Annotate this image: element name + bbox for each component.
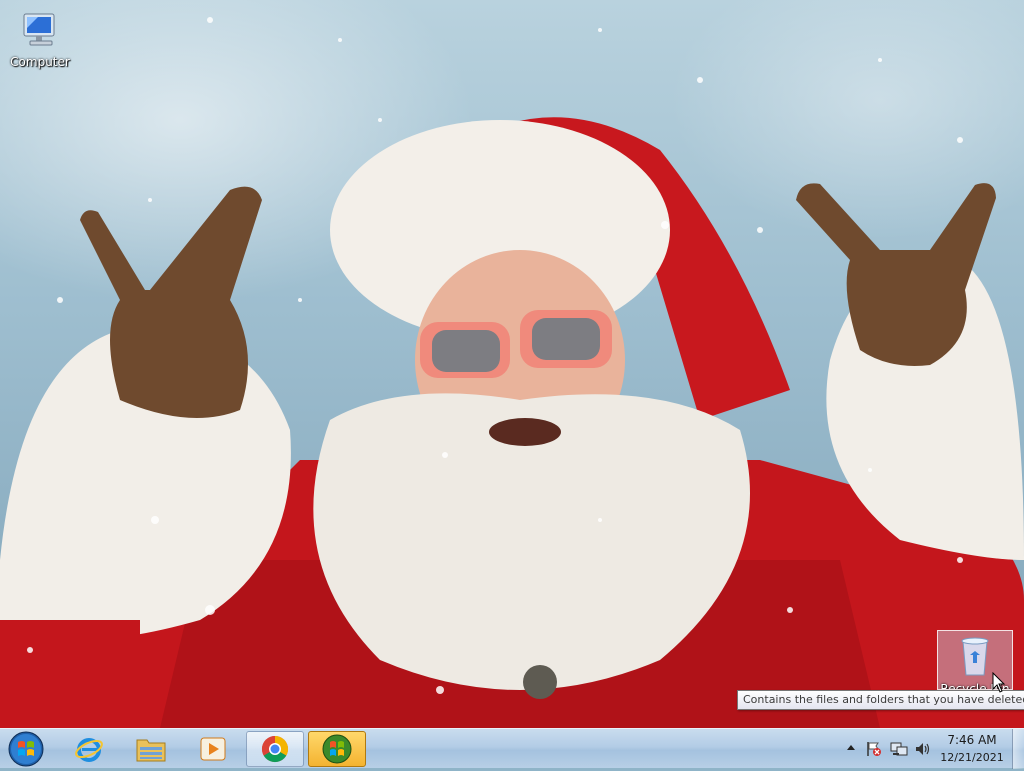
start-button[interactable] <box>4 730 48 768</box>
windows-explorer-icon <box>136 739 166 762</box>
taskbar: 7:46 AM 12/21/2021 <box>0 728 1024 769</box>
desktop[interactable]: Computer Recycle Bin Contains the files … <box>0 0 1024 728</box>
taskbar-media-player-button[interactable] <box>184 731 242 767</box>
media-player-icon <box>200 737 226 761</box>
taskbar-internet-explorer-button[interactable] <box>60 731 118 767</box>
computer-icon-label: Computer <box>10 55 70 69</box>
clock-date: 12/21/2021 <box>940 751 1004 764</box>
taskbar-chrome-button[interactable] <box>246 731 304 767</box>
chrome-icon <box>261 735 289 763</box>
recycle-bin-icon <box>961 637 989 676</box>
windows-orb-icon <box>8 731 44 767</box>
mouse-pointer-icon <box>992 672 1006 693</box>
recycle-bin-tooltip: Contains the files and folders that you … <box>737 690 1024 710</box>
show-desktop-button[interactable] <box>1012 729 1024 769</box>
computer-icon <box>23 13 55 46</box>
windows-logo-icon <box>322 734 352 764</box>
network-icon[interactable] <box>890 741 908 757</box>
taskbar-windows-explorer-button[interactable] <box>122 731 180 767</box>
action-center-flag-icon[interactable] <box>866 741 882 757</box>
clock-time: 7:46 AM <box>947 733 997 747</box>
volume-icon[interactable] <box>914 741 932 757</box>
computer-desktop-icon[interactable]: Computer <box>4 8 76 69</box>
taskbar-windows-logo-button[interactable] <box>308 731 366 767</box>
system-clock[interactable]: 7:46 AM 12/21/2021 <box>932 732 1012 766</box>
internet-explorer-icon <box>75 738 103 762</box>
show-hidden-icons-arrow-icon[interactable] <box>846 741 856 755</box>
santa-wallpaper <box>0 17 1024 728</box>
